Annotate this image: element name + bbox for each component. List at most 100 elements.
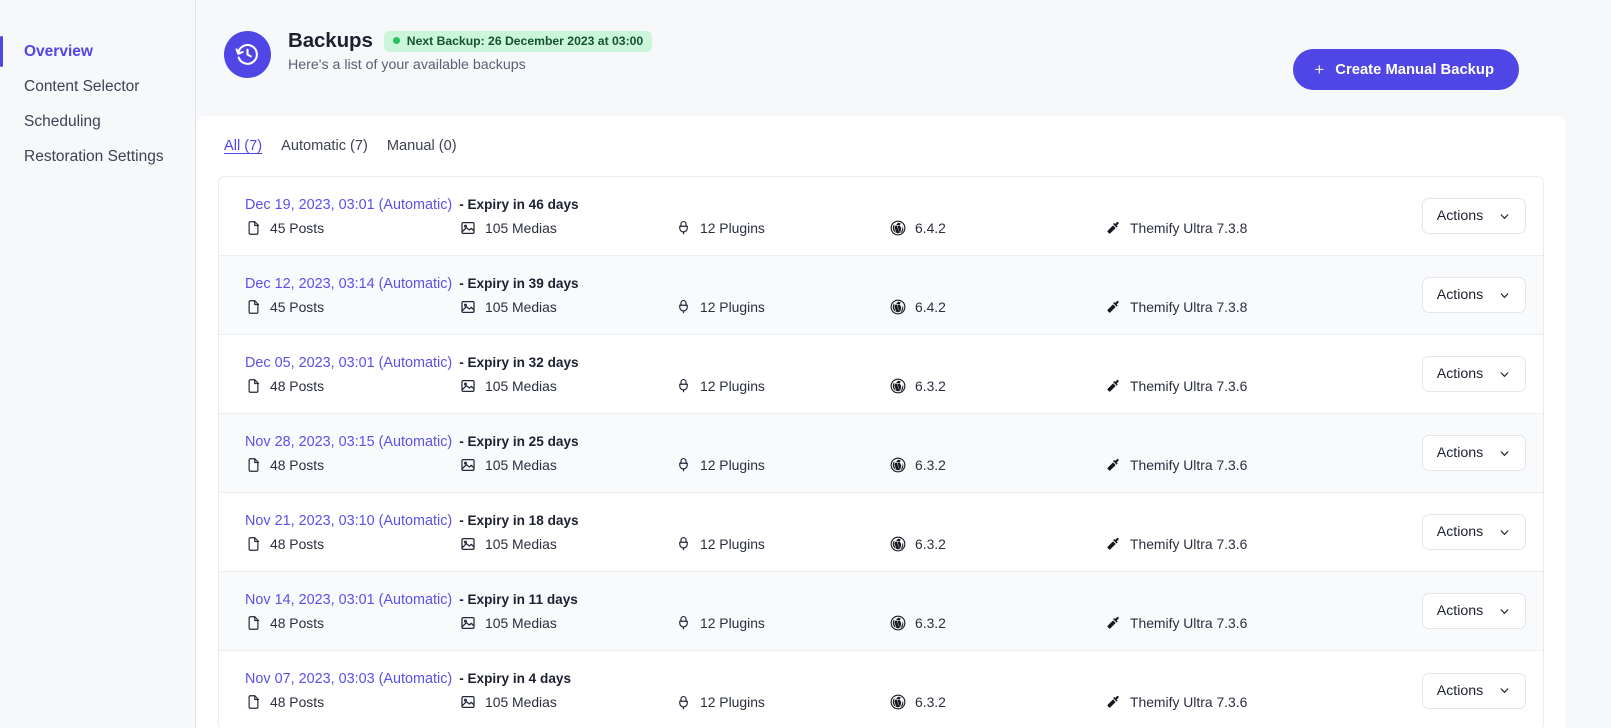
plugins-count: 12 Plugins bbox=[675, 615, 890, 631]
backup-expiry: - Expiry in 39 days bbox=[459, 275, 579, 291]
backup-date-link[interactable]: Dec 05, 2023, 03:01 (Automatic) bbox=[245, 355, 452, 371]
backup-expiry: - Expiry in 46 days bbox=[459, 196, 579, 212]
actions-button-label: Actions bbox=[1436, 524, 1484, 540]
theme-version-label: Themify Ultra 7.3.6 bbox=[1130, 377, 1248, 394]
wordpress-icon bbox=[890, 615, 906, 631]
backup-date-link[interactable]: Nov 14, 2023, 03:01 (Automatic) bbox=[245, 592, 452, 608]
backup-row: Dec 05, 2023, 03:01 (Automatic) - Expiry … bbox=[219, 335, 1543, 414]
actions-button[interactable]: Actions bbox=[1422, 356, 1526, 392]
medias-count-label: 105 Medias bbox=[485, 456, 557, 473]
backup-row-meta: 48 Posts 105 Medias 12 Plugins 6.3.2 Themify… bbox=[245, 536, 1526, 552]
posts-count-label: 48 Posts bbox=[270, 377, 325, 394]
wordpress-version-label: 6.4.2 bbox=[915, 219, 946, 236]
wordpress-version-label: 6.3.2 bbox=[915, 535, 946, 552]
chevron-down-icon bbox=[1498, 526, 1511, 539]
medias-count-label: 105 Medias bbox=[485, 219, 557, 236]
backup-date-link[interactable]: Dec 12, 2023, 03:14 (Automatic) bbox=[245, 276, 452, 292]
header-text-block: Backups Next Backup: 26 December 2023 at… bbox=[288, 28, 653, 73]
actions-button[interactable]: Actions bbox=[1422, 514, 1526, 550]
posts-count: 48 Posts bbox=[245, 378, 460, 394]
next-backup-badge: Next Backup: 26 December 2023 at 03:00 bbox=[383, 30, 653, 52]
backup-row-title: Nov 21, 2023, 03:10 (Automatic) - Expiry … bbox=[245, 513, 1526, 529]
plugin-icon bbox=[675, 694, 691, 710]
actions-button[interactable]: Actions bbox=[1422, 593, 1526, 629]
sidebar-item-label: Restoration Settings bbox=[24, 147, 164, 165]
tab-all[interactable]: All (7) bbox=[224, 138, 262, 154]
plugins-count-label: 12 Plugins bbox=[700, 535, 765, 552]
backup-date-link[interactable]: Nov 21, 2023, 03:10 (Automatic) bbox=[245, 513, 452, 529]
plugins-count-label: 12 Plugins bbox=[700, 456, 765, 473]
backup-expiry: - Expiry in 18 days bbox=[459, 512, 579, 528]
theme-brush-icon bbox=[1105, 220, 1121, 236]
document-icon bbox=[245, 615, 261, 631]
next-backup-text: Next Backup: 26 December 2023 at 03:00 bbox=[406, 33, 644, 48]
plugin-icon bbox=[675, 536, 691, 552]
tab-automatic[interactable]: Automatic (7) bbox=[281, 138, 368, 154]
tab-manual[interactable]: Manual (0) bbox=[387, 138, 457, 154]
backup-date-link[interactable]: Nov 07, 2023, 03:03 (Automatic) bbox=[245, 671, 452, 687]
backup-row-meta: 45 Posts 105 Medias 12 Plugins 6.4.2 Themify… bbox=[245, 299, 1526, 315]
plugins-count-label: 12 Plugins bbox=[700, 219, 765, 236]
wordpress-icon bbox=[890, 457, 906, 473]
wordpress-version: 6.3.2 bbox=[890, 694, 1105, 710]
wordpress-version-label: 6.3.2 bbox=[915, 377, 946, 394]
document-icon bbox=[245, 378, 261, 394]
sidebar-item-scheduling[interactable]: Scheduling bbox=[0, 104, 195, 139]
image-icon bbox=[460, 457, 476, 473]
page-header: Backups Next Backup: 26 December 2023 at… bbox=[196, 0, 1611, 116]
plugins-count: 12 Plugins bbox=[675, 694, 890, 710]
theme-brush-icon bbox=[1105, 457, 1121, 473]
chevron-down-icon bbox=[1498, 368, 1511, 381]
backup-row-meta: 48 Posts 105 Medias 12 Plugins 6.3.2 Themify… bbox=[245, 615, 1526, 631]
plugin-icon bbox=[675, 378, 691, 394]
medias-count: 105 Medias bbox=[460, 615, 675, 631]
backup-date-link[interactable]: Dec 19, 2023, 03:01 (Automatic) bbox=[245, 197, 452, 213]
chevron-down-icon bbox=[1498, 605, 1511, 618]
create-manual-backup-button[interactable]: + Create Manual Backup bbox=[1293, 49, 1519, 90]
wordpress-version-label: 6.3.2 bbox=[915, 614, 946, 631]
chevron-down-icon bbox=[1498, 684, 1511, 697]
image-icon bbox=[460, 615, 476, 631]
filter-tabs: All (7) Automatic (7) Manual (0) bbox=[218, 116, 1544, 176]
actions-button[interactable]: Actions bbox=[1422, 435, 1526, 471]
wordpress-version-label: 6.3.2 bbox=[915, 456, 946, 473]
plugins-count: 12 Plugins bbox=[675, 220, 890, 236]
plugins-count: 12 Plugins bbox=[675, 457, 890, 473]
main-content: Backups Next Backup: 26 December 2023 at… bbox=[196, 0, 1611, 728]
medias-count: 105 Medias bbox=[460, 220, 675, 236]
actions-button-label: Actions bbox=[1436, 287, 1484, 303]
medias-count: 105 Medias bbox=[460, 457, 675, 473]
plugin-icon bbox=[675, 299, 691, 315]
actions-button-label: Actions bbox=[1436, 208, 1484, 224]
wordpress-version: 6.3.2 bbox=[890, 615, 1105, 631]
backup-date-link[interactable]: Nov 28, 2023, 03:15 (Automatic) bbox=[245, 434, 452, 450]
backup-expiry: - Expiry in 11 days bbox=[459, 591, 578, 607]
backup-expiry: - Expiry in 25 days bbox=[459, 433, 579, 449]
sidebar-item-overview[interactable]: Overview bbox=[0, 34, 195, 69]
plugins-count: 12 Plugins bbox=[675, 378, 890, 394]
theme-version-label: Themify Ultra 7.3.8 bbox=[1130, 219, 1248, 236]
actions-button[interactable]: Actions bbox=[1422, 672, 1526, 709]
create-manual-backup-label: Create Manual Backup bbox=[1335, 61, 1494, 78]
plus-icon: + bbox=[1314, 60, 1325, 79]
wordpress-version: 6.4.2 bbox=[890, 299, 1105, 315]
actions-button-label: Actions bbox=[1436, 603, 1484, 619]
sidebar-item-restoration-settings[interactable]: Restoration Settings bbox=[0, 139, 195, 174]
image-icon bbox=[460, 694, 476, 710]
medias-count-label: 105 Medias bbox=[485, 377, 557, 394]
posts-count-label: 48 Posts bbox=[270, 535, 325, 552]
actions-button[interactable]: Actions bbox=[1422, 198, 1526, 234]
backup-row-title: Nov 28, 2023, 03:15 (Automatic) - Expiry … bbox=[245, 434, 1526, 450]
backup-row-title: Dec 12, 2023, 03:14 (Automatic) - Expiry … bbox=[245, 276, 1526, 292]
actions-button[interactable]: Actions bbox=[1422, 277, 1526, 313]
sidebar-nav-list: Overview Content Selector Scheduling Restor… bbox=[0, 34, 195, 174]
wordpress-version: 6.3.2 bbox=[890, 457, 1105, 473]
medias-count: 105 Medias bbox=[460, 694, 675, 710]
backup-row: Nov 14, 2023, 03:01 (Automatic) - Expiry … bbox=[219, 572, 1543, 651]
chevron-down-icon bbox=[1498, 289, 1511, 302]
image-icon bbox=[460, 378, 476, 394]
document-icon bbox=[245, 694, 261, 710]
actions-button-label: Actions bbox=[1436, 366, 1484, 382]
image-icon bbox=[460, 220, 476, 236]
sidebar-item-content-selector[interactable]: Content Selector bbox=[0, 69, 195, 104]
